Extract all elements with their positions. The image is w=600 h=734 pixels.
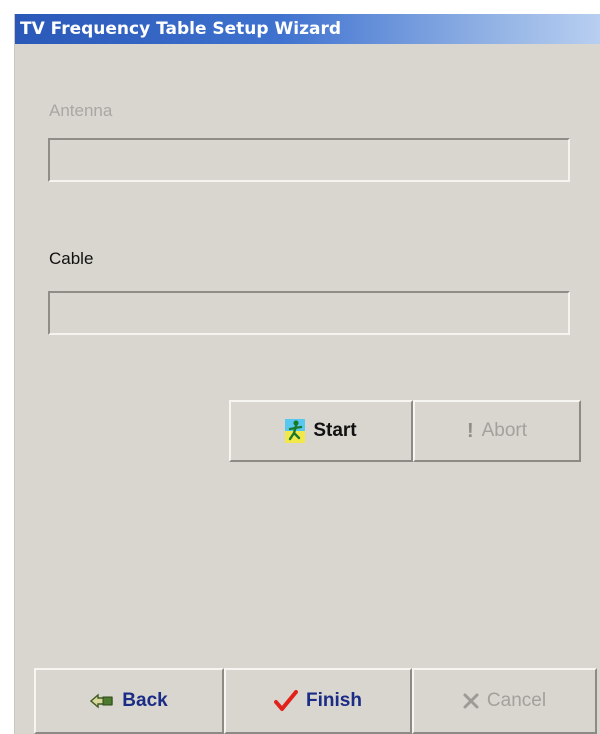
finish-label: Finish	[306, 690, 362, 711]
wizard-window: TV Frequency Table Setup Wizard Antenna …	[14, 14, 600, 734]
back-label: Back	[122, 690, 168, 711]
cancel-button[interactable]: Cancel	[412, 668, 597, 734]
title-bar: TV Frequency Table Setup Wizard	[15, 14, 600, 44]
back-arrow-icon	[90, 693, 114, 709]
cable-field[interactable]	[48, 291, 570, 335]
checkmark-icon	[274, 690, 299, 712]
back-button[interactable]: Back	[34, 668, 224, 734]
antenna-label: Antenna	[49, 101, 113, 120]
cancel-label: Cancel	[486, 690, 547, 711]
finish-button[interactable]: Finish	[224, 668, 412, 734]
start-label: Start	[313, 420, 357, 441]
running-man-icon	[285, 419, 306, 443]
antenna-field	[48, 138, 570, 182]
x-icon	[463, 693, 479, 709]
abort-button[interactable]: ! Abort	[413, 400, 581, 462]
exclamation-icon: !	[466, 419, 474, 442]
start-button[interactable]: Start	[229, 400, 413, 462]
abort-label: Abort	[481, 420, 528, 441]
window-title: TV Frequency Table Setup Wizard	[20, 19, 341, 39]
cable-label: Cable	[49, 249, 94, 268]
